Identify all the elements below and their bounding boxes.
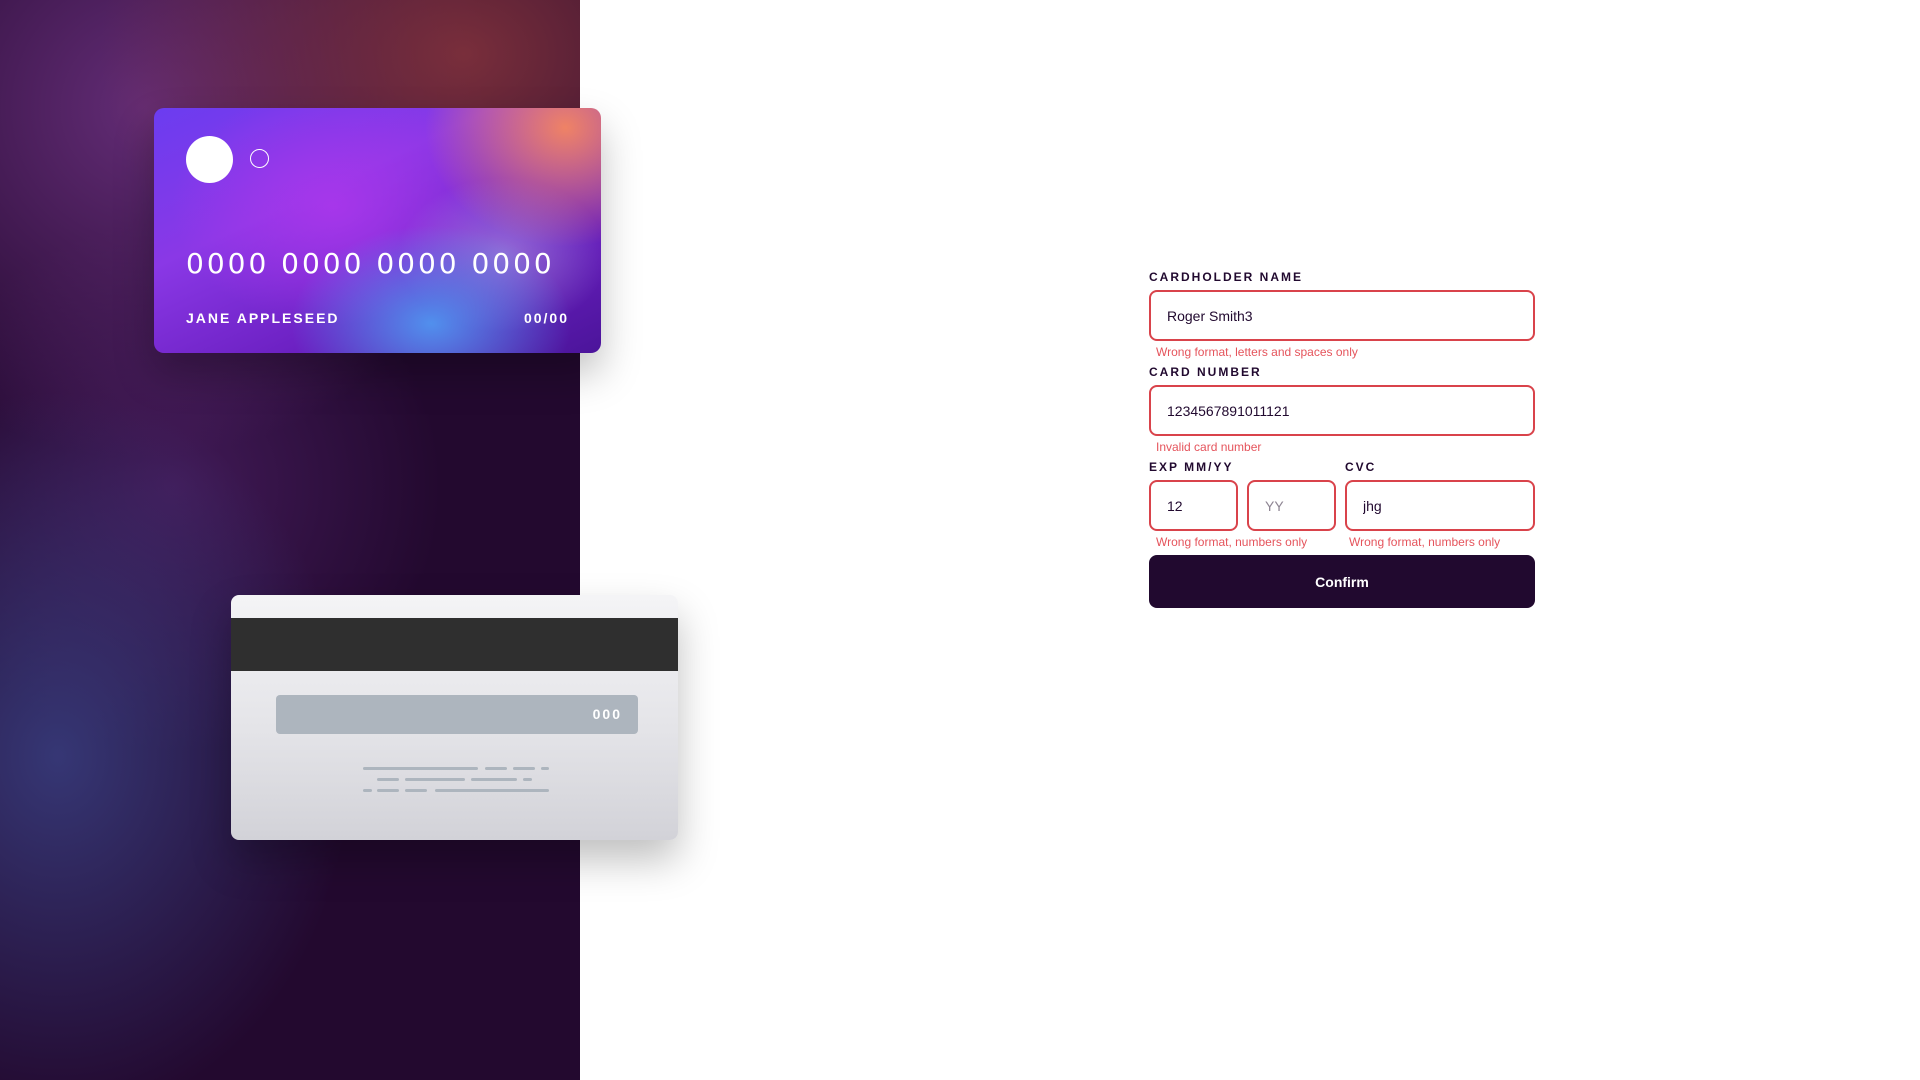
cvc-column: CVC (1345, 460, 1535, 531)
confirm-button[interactable]: Confirm (1149, 555, 1535, 608)
card-details-form: CARDHOLDER NAME Wrong format, letters an… (1149, 270, 1535, 608)
card-front-number: 0000 0000 0000 0000 (186, 247, 555, 280)
card-front-name: JANE APPLESEED (186, 310, 340, 326)
cvc-error: Wrong format, numbers only (1349, 535, 1501, 549)
exp-column: EXP MM/YY (1149, 460, 1339, 531)
card-logo-circle-outline-icon (250, 149, 269, 168)
cardholder-name-error: Wrong format, letters and spaces only (1156, 345, 1358, 359)
cvc-label: CVC (1345, 460, 1377, 474)
exp-label: EXP MM/YY (1149, 460, 1234, 474)
exp-inputs (1149, 474, 1339, 531)
card-number-input[interactable] (1149, 385, 1535, 436)
magnetic-stripe (231, 618, 678, 671)
card-back-fine-print (363, 767, 553, 797)
cardholder-name-label: CARDHOLDER NAME (1149, 270, 1303, 284)
exp-error: Wrong format, numbers only (1156, 535, 1308, 549)
card-number-error: Invalid card number (1156, 440, 1262, 454)
exp-cvc-row: EXP MM/YY CVC (1149, 460, 1535, 531)
signature-strip: 000 (276, 695, 638, 734)
exp-year-input[interactable] (1247, 480, 1336, 531)
card-back: 000 (231, 595, 678, 840)
card-front: 0000 0000 0000 0000 JANE APPLESEED 00/00 (154, 108, 601, 353)
card-front-expiry: 00/00 (523, 310, 569, 326)
cvc-input[interactable] (1345, 480, 1535, 531)
card-logo-circle-filled-icon (186, 136, 233, 183)
card-number-label: CARD NUMBER (1149, 365, 1262, 379)
card-back-cvc: 000 (592, 706, 622, 722)
exp-month-input[interactable] (1149, 480, 1238, 531)
exp-cvc-errors: Wrong format, numbers only Wrong format,… (1149, 531, 1535, 549)
cardholder-name-input[interactable] (1149, 290, 1535, 341)
